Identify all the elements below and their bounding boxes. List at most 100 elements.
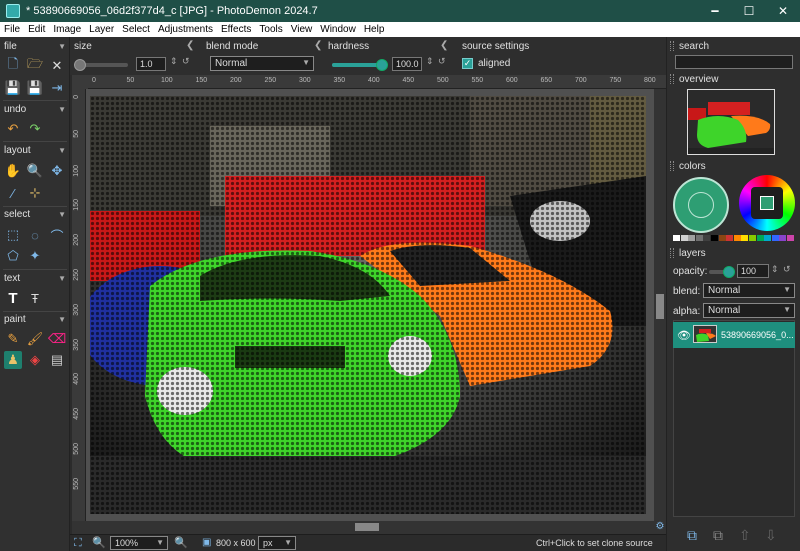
fit-screen-icon[interactable]: ⛶	[74, 537, 82, 550]
reset-icon[interactable]: ↺	[182, 56, 190, 67]
search-input[interactable]	[675, 55, 793, 69]
panel-grip-icon[interactable]	[670, 74, 674, 84]
palette-swatch[interactable]	[703, 235, 711, 241]
menu-file[interactable]: File	[4, 24, 20, 35]
toolbox-header-paint[interactable]: paint ▼	[4, 313, 66, 326]
zoom-icon[interactable]: 🔍	[26, 162, 44, 180]
saturation-box[interactable]	[751, 187, 783, 219]
gradient-icon[interactable]: ▤	[48, 351, 66, 369]
hardness-slider-knob[interactable]	[376, 59, 388, 71]
canvas-options-icon[interactable]: ⚙	[654, 521, 666, 534]
chevron-left-icon[interactable]: ❮	[314, 40, 322, 51]
blend-mode-select[interactable]: Normal ▼	[210, 56, 314, 71]
visibility-eye-icon[interactable]: 👁	[677, 329, 691, 342]
menu-tools[interactable]: Tools	[259, 24, 282, 35]
close-button[interactable]: ✕	[766, 0, 800, 22]
toolbox-header-select[interactable]: select ▼	[4, 208, 66, 221]
menu-adjustments[interactable]: Adjustments	[158, 24, 213, 35]
layer-row[interactable]: 👁 53890669056_0...	[673, 322, 795, 348]
eraser-icon[interactable]: ⌫	[48, 330, 66, 348]
polygon-select-icon[interactable]: ⬠	[4, 247, 22, 265]
palette-swatch[interactable]	[718, 235, 726, 241]
palette-swatch[interactable]	[756, 235, 764, 241]
open-folder-icon[interactable]: 🗁	[26, 56, 44, 75]
hue-wheel[interactable]	[739, 175, 795, 231]
fill-bucket-icon[interactable]: ◈	[26, 351, 44, 369]
save-as-icon[interactable]: 💾	[26, 79, 44, 97]
layer-alpha-select[interactable]: Normal ▼	[703, 303, 795, 318]
opacity-slider-knob[interactable]	[723, 266, 735, 278]
panel-grip-icon[interactable]	[670, 161, 674, 171]
new-file-icon[interactable]: 🗋	[4, 56, 22, 75]
redo-icon[interactable]: ↷	[26, 120, 44, 138]
horizontal-scrollbar[interactable]	[72, 521, 666, 534]
palette-swatch[interactable]	[688, 235, 696, 241]
horizontal-scroll-thumb[interactable]	[355, 523, 379, 531]
pencil-icon[interactable]: ✎	[4, 330, 22, 348]
palette-swatch[interactable]	[787, 235, 794, 241]
maximize-button[interactable]: ☐	[732, 0, 766, 22]
spinner-icon[interactable]: ⇕	[771, 264, 779, 275]
toolbox-header-text[interactable]: text ▼	[4, 272, 66, 285]
zoom-select[interactable]: 100% ▼	[110, 536, 168, 550]
spinner-icon[interactable]: ⇕	[426, 56, 434, 67]
close-image-icon[interactable]: ✕	[48, 57, 66, 75]
hand-icon[interactable]: ✋	[4, 162, 22, 180]
palette-swatch[interactable]	[771, 235, 779, 241]
palette-swatch[interactable]	[733, 235, 741, 241]
size-slider-knob[interactable]	[74, 59, 86, 71]
menu-help[interactable]: Help	[364, 24, 385, 35]
typography-icon[interactable]: Ŧ	[26, 289, 44, 307]
palette-swatch[interactable]	[673, 235, 680, 241]
spinner-icon[interactable]: ⇕	[170, 56, 178, 67]
move-layer-up-icon[interactable]: ⇧	[739, 527, 751, 544]
palette-swatch[interactable]	[726, 235, 734, 241]
overview-thumbnail[interactable]	[687, 89, 775, 155]
size-input[interactable]: 1.0	[136, 57, 166, 71]
crop-icon[interactable]: ⊹	[26, 184, 44, 202]
eyedropper-icon[interactable]: ⁄	[4, 184, 22, 202]
opacity-input[interactable]: 100	[737, 264, 769, 278]
palette-swatch[interactable]	[695, 235, 703, 241]
minimize-button[interactable]: 🗕	[698, 0, 732, 22]
panel-grip-icon[interactable]	[670, 248, 674, 258]
aligned-checkbox[interactable]: ✓	[462, 58, 473, 69]
menu-view[interactable]: View	[291, 24, 313, 35]
add-layer-icon[interactable]: ⧉	[687, 527, 697, 544]
save-icon[interactable]: 💾	[4, 79, 22, 97]
reset-icon[interactable]: ↺	[783, 264, 791, 275]
move-layer-down-icon[interactable]: ⇩	[765, 527, 777, 544]
rect-select-icon[interactable]: ⬚	[4, 226, 22, 244]
reset-icon[interactable]: ↺	[438, 56, 446, 67]
toolbox-header-undo[interactable]: undo ▼	[4, 103, 66, 116]
merge-layers-icon[interactable]: ⧉	[713, 527, 723, 544]
vertical-scroll-thumb[interactable]	[656, 294, 664, 319]
color-palette[interactable]	[673, 235, 795, 241]
move-icon[interactable]: ✥	[48, 162, 66, 180]
ellipse-select-icon[interactable]: ◌	[26, 226, 44, 244]
palette-swatch[interactable]	[680, 235, 688, 241]
palette-swatch[interactable]	[779, 235, 787, 241]
menu-layer[interactable]: Layer	[89, 24, 114, 35]
toolbox-header-file[interactable]: file ▼	[4, 40, 66, 53]
export-icon[interactable]: ⇥	[48, 79, 66, 97]
clone-stamp-icon[interactable]: ♟	[4, 351, 22, 369]
menu-select[interactable]: Select	[122, 24, 150, 35]
image-canvas[interactable]	[90, 96, 646, 514]
chevron-left-icon[interactable]: ❮	[186, 40, 194, 51]
layer-blend-select[interactable]: Normal ▼	[703, 283, 795, 298]
text-icon[interactable]: T	[4, 289, 22, 307]
lasso-select-icon[interactable]: ⌒	[48, 226, 66, 244]
hardness-input[interactable]: 100.0	[392, 57, 422, 71]
vertical-scrollbar[interactable]	[654, 89, 666, 521]
palette-swatch[interactable]	[711, 235, 718, 241]
palette-swatch[interactable]	[741, 235, 749, 241]
undo-icon[interactable]: ↶	[4, 120, 22, 138]
menu-image[interactable]: Image	[53, 24, 81, 35]
brush-icon[interactable]: 🖌	[26, 330, 44, 348]
primary-color-wheel[interactable]	[673, 177, 729, 233]
menu-window[interactable]: Window	[320, 24, 356, 35]
chevron-left-icon[interactable]: ❮	[440, 40, 448, 51]
panel-grip-icon[interactable]	[670, 41, 674, 51]
menu-edit[interactable]: Edit	[28, 24, 45, 35]
